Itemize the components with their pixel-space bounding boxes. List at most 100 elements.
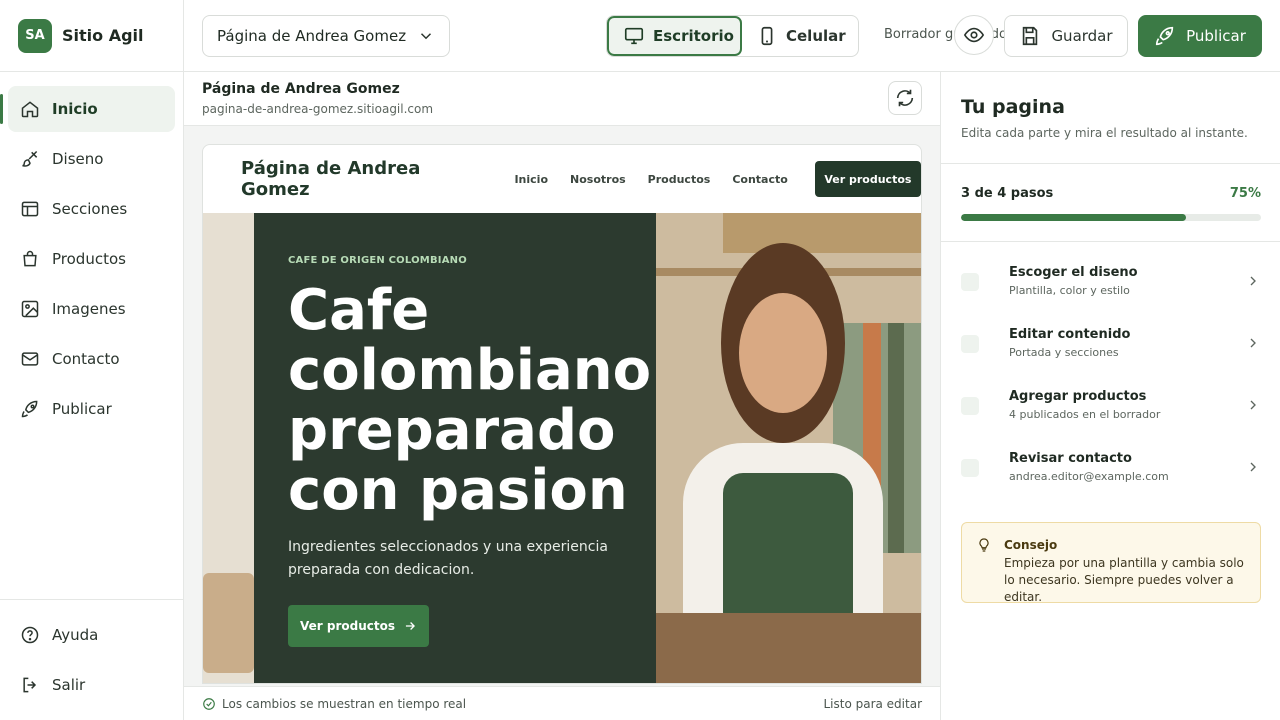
sidebar-item-label: Publicar [52,400,112,418]
home-icon [20,99,40,119]
chevron-down-icon [417,27,435,45]
sidebar-item-productos[interactable]: Productos [8,236,175,282]
publish-button[interactable]: Publicar [1138,15,1262,57]
eye-icon [963,24,985,46]
sidebar-bottom: Ayuda Salir [0,599,183,720]
sidebar-item-publicar[interactable]: Publicar [8,386,175,432]
sidebar-item-label: Secciones [52,200,128,218]
sidebar-item-label: Productos [52,250,126,268]
brand-badge: SA [18,18,52,53]
arrow-right-icon [403,619,417,633]
brand: SA Sitio Agil [0,0,183,72]
chevron-right-icon [1245,273,1261,289]
site-link-nosotros[interactable]: Nosotros [570,173,626,186]
save-label: Guardar [1051,27,1113,45]
sidebar-item-label: Ayuda [52,626,99,644]
right-panel: Tu pagina Edita cada parte y mira el res… [940,72,1280,720]
check-circle-icon [202,697,216,711]
preview-title: Página de Andrea Gomez [202,81,400,97]
site-link-productos[interactable]: Productos [648,173,711,186]
help-icon [20,625,40,645]
preview-header: Página de Andrea Gomez pagina-de-andrea-… [184,72,940,126]
progress-percent: 75% [1229,186,1261,201]
panel-title: Tu pagina [961,96,1065,118]
sidebar-nav: Inicio Diseno Secciones Productos Imagen… [0,72,183,432]
device-mobile-label: Celular [786,27,846,45]
publish-label: Publicar [1186,27,1246,45]
hero-button-label: Ver productos [300,619,395,633]
mail-icon [20,349,40,369]
step-description: 4 publicados en el borrador [1009,408,1161,421]
page-select-value: Página de Andrea Gomez [217,27,407,45]
sidebar-item-secciones[interactable]: Secciones [8,186,175,232]
sidebar-item-diseno[interactable]: Diseno [8,136,175,182]
monitor-icon [623,25,653,47]
step-checkbox [961,335,979,353]
device-toggle: Escritorio Celular [606,15,859,57]
rocket-icon [20,399,40,419]
rocket-icon [1154,25,1186,47]
hero-eyebrow: CAFE DE ORIGEN COLOMBIANO [288,255,467,266]
progress-label: 3 de 4 pasos [961,186,1054,201]
sidebar-item-ayuda[interactable]: Ayuda [8,612,175,658]
step-item[interactable]: Escoger el diseno Plantilla, color y est… [941,262,1280,324]
preview-footer: Los cambios se muestran en tiempo real L… [184,686,940,720]
tip-text: Empieza por una plantilla y cambia solo … [1004,556,1244,604]
logout-icon [20,675,40,695]
steps-list: Escoger el diseno Plantilla, color y est… [941,262,1280,510]
step-title: Escoger el diseno [1009,265,1138,280]
hero-button[interactable]: Ver productos [288,605,429,647]
site-preview: Página de Andrea Gomez Inicio Nosotros P… [202,144,922,684]
step-checkbox [961,459,979,477]
chevron-right-icon [1245,335,1261,351]
device-mobile-button[interactable]: Celular [742,16,858,56]
live-changes-status: Los cambios se muestran en tiempo real [222,696,467,711]
bag-icon [20,249,40,269]
sidebar-item-label: Inicio [52,100,98,118]
step-item[interactable]: Editar contenido Portada y secciones [941,324,1280,386]
refresh-button[interactable] [888,81,922,115]
step-item[interactable]: Revisar contacto andrea.editor@example.c… [941,448,1280,510]
progress-track [961,214,1261,221]
step-checkbox [961,397,979,415]
progress-fill [961,214,1186,221]
progress-section: 3 de 4 pasos 75% [941,163,1280,242]
topbar: Página de Andrea Gomez Escritorio Celula… [184,0,1280,72]
images-icon [20,299,40,319]
chevron-right-icon [1245,459,1261,475]
sidebar-item-label: Salir [52,676,86,694]
save-button[interactable]: Guardar [1004,15,1128,57]
hero: CAFE DE ORIGEN COLOMBIANO Cafe colombian… [203,213,921,683]
sidebar-item-contacto[interactable]: Contacto [8,336,175,382]
page-select[interactable]: Página de Andrea Gomez [202,15,450,57]
brand-name: Sitio Agil [62,26,144,45]
step-item[interactable]: Agregar productos 4 publicados en el bor… [941,386,1280,448]
device-desktop-button[interactable]: Escritorio [607,16,742,56]
lightbulb-icon [976,537,992,553]
site-nav: Página de Andrea Gomez Inicio Nosotros P… [203,145,921,213]
sidebar-item-salir[interactable]: Salir [8,662,175,708]
step-title: Revisar contacto [1009,451,1132,466]
device-desktop-label: Escritorio [653,27,734,45]
hero-subtitle: Ingredientes seleccionados y una experie… [288,539,608,578]
layout-icon [20,199,40,219]
refresh-icon [894,87,916,109]
chevron-right-icon [1245,397,1261,413]
site-link-contacto[interactable]: Contacto [732,173,787,186]
tip-title: Consejo [1004,538,1058,552]
save-icon [1019,25,1051,47]
step-title: Editar contenido [1009,327,1131,342]
sidebar-item-imagenes[interactable]: Imagenes [8,286,175,332]
ready-status: Listo para editar [823,696,922,711]
step-title: Agregar productos [1009,389,1147,404]
step-description: Portada y secciones [1009,346,1119,359]
step-description: andrea.editor@example.com [1009,470,1169,483]
hero-heading: Cafe colombiano preparado con pasion [288,278,652,523]
sidebar-item-label: Imagenes [52,300,126,318]
site-cta-button[interactable]: Ver productos [814,161,921,197]
sidebar-item-label: Diseno [52,150,104,168]
site-link-inicio[interactable]: Inicio [514,173,548,186]
sidebar-item-inicio[interactable]: Inicio [0,86,175,132]
preview-button[interactable] [954,15,994,55]
phone-icon [756,25,786,47]
